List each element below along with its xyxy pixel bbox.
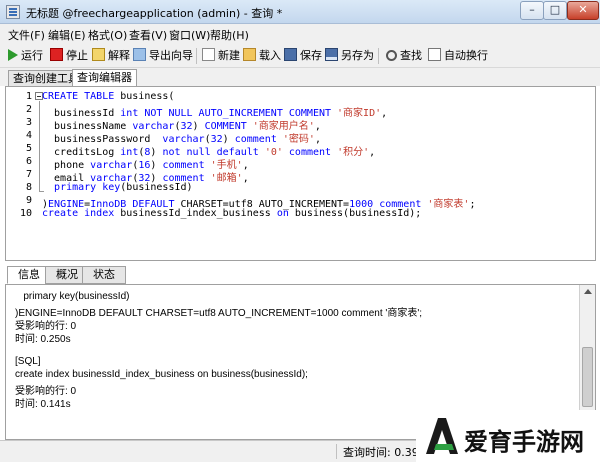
info-line: create index businessId_index_business o… [15,369,308,380]
watermark-logo-icon [426,418,458,454]
explain-icon [92,48,105,61]
new-file-icon [202,48,215,61]
export-wizard-label: 导出向导 [149,49,193,62]
scrollbar-thumb[interactable] [582,347,593,407]
export-wizard-button[interactable]: 导出向导 [133,48,193,64]
toolbar-separator [196,48,197,64]
line-number: 7 [25,169,32,180]
explain-label: 解释 [108,49,130,62]
explain-button[interactable]: 解释 [92,48,130,64]
fold-guide [39,101,40,191]
menu-edit[interactable]: 编辑(E) [48,27,86,43]
find-label: 查找 [400,49,422,62]
save-button[interactable]: 保存 [284,48,322,64]
save-icon [284,48,297,61]
save-as-label: 另存为 [341,49,374,62]
toolbar: 运行 停止 解释 导出向导 新建 载入 保存 另存为 查找 自动换行 [0,44,600,68]
close-button[interactable]: ✕ [567,1,599,20]
line-number: 1 [25,91,32,102]
export-icon [133,48,146,61]
menu-bar: 文件(F) 编辑(E) 格式(O) 查看(V) 窗口(W) 帮助(H) [0,24,600,44]
sql-editor[interactable]: 1 2 3 4 5 6 7 8 9 10 CREATE TABLE busine… [5,86,596,261]
code-line-1: CREATE TABLE business( [42,91,175,102]
load-button[interactable]: 载入 [243,48,281,64]
line-number: 8 [25,182,32,193]
app-icon [6,5,20,19]
word-wrap-button[interactable]: 自动换行 [428,48,488,64]
load-label: 载入 [259,49,281,62]
search-icon [386,50,397,61]
menu-view[interactable]: 查看(V) [129,27,167,43]
maximize-button[interactable]: □ [543,1,567,20]
line-number-gutter: 1 2 3 4 5 6 7 8 9 10 [6,87,36,260]
scroll-up-icon[interactable] [584,289,592,294]
stop-button[interactable]: 停止 [50,48,88,64]
run-button[interactable]: 运行 [8,48,43,64]
stop-label: 停止 [66,49,88,62]
run-label: 运行 [21,49,43,62]
menu-format[interactable]: 格式(O) [88,27,127,43]
code-line-8: primary key(businessId) [54,182,193,193]
word-wrap-label: 自动换行 [444,49,488,62]
info-line: [SQL] [15,356,41,367]
tab-status[interactable]: 状态 [82,266,126,284]
watermark: 爱育手游网 [416,410,600,462]
info-line: 时间: 0.250s [15,334,71,345]
line-number: 10 [19,208,32,219]
new-button[interactable]: 新建 [202,48,240,64]
toolbar-separator [378,48,379,64]
menu-help[interactable]: 帮助(H) [210,27,249,43]
line-number: 3 [25,117,32,128]
watermark-text: 爱育手游网 [464,428,584,456]
window-title: 无标题 @freechargeapplication (admin) - 查询 … [26,7,283,20]
info-line: 时间: 0.141s [15,399,71,410]
title-bar: 无标题 @freechargeapplication (admin) - 查询 … [0,0,600,24]
query-time-status: 查询时间: 0.39 [336,444,419,459]
folder-icon [243,48,256,61]
line-number: 4 [25,130,32,141]
save-label: 保存 [300,49,322,62]
menu-file[interactable]: 文件(F) [8,27,45,43]
line-number: 5 [25,143,32,154]
info-line: primary key(businessId) [15,291,130,302]
line-number: 9 [25,195,32,206]
new-label: 新建 [218,49,240,62]
line-number: 6 [25,156,32,167]
editor-tab-strip: 查询创建工具 查询编辑器 [0,68,600,87]
save-as-icon [325,48,338,61]
save-as-button[interactable]: 另存为 [325,48,374,64]
code-line-10: create index businessId_index_business o… [42,208,422,219]
minimize-button[interactable]: – [520,1,544,20]
line-number: 2 [25,104,32,115]
stop-icon [50,48,63,61]
word-wrap-icon [428,48,441,61]
find-button[interactable]: 查找 [386,48,422,64]
tab-query-editor[interactable]: 查询编辑器 [72,69,137,87]
run-icon [8,49,18,61]
menu-window[interactable]: 窗口(W) [169,27,210,43]
result-tab-strip: 信息 概况 状态 [5,266,596,284]
